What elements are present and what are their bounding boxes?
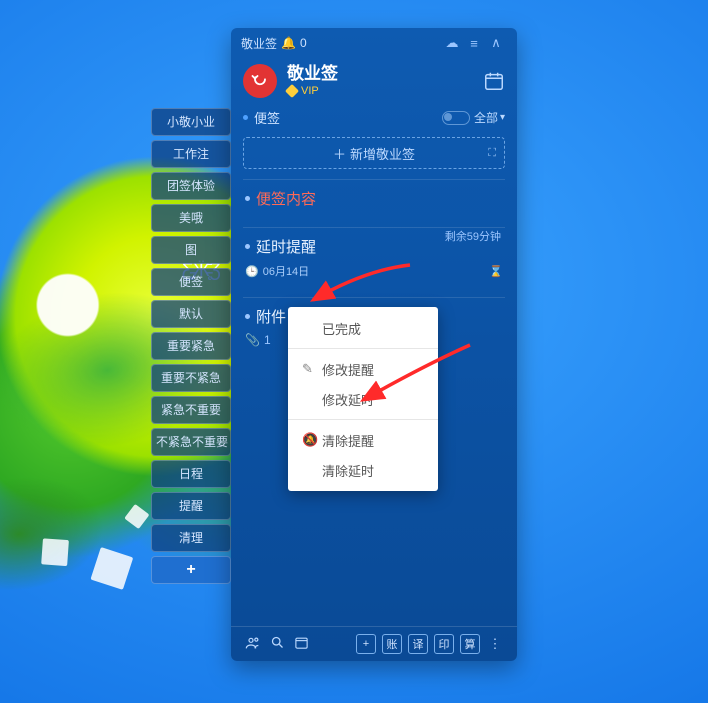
- footer-print-button[interactable]: 印: [434, 634, 454, 654]
- panel-footer: + 账 译 印 算 ⋮: [231, 626, 517, 661]
- menu-item-clear-remind[interactable]: 🔕 清除提醒: [288, 425, 438, 455]
- category-tab[interactable]: 图: [151, 236, 231, 264]
- category-tab[interactable]: 不紧急不重要: [151, 428, 231, 456]
- menu-item-edit-delay[interactable]: 修改延时: [288, 384, 438, 414]
- menu-label: 已完成: [322, 319, 361, 338]
- category-tab[interactable]: 重要紧急: [151, 332, 231, 360]
- menu-item-edit-remind[interactable]: ✎ 修改提醒: [288, 354, 438, 384]
- add-note-label: 新增敬业签: [350, 144, 415, 163]
- footer-account-button[interactable]: 账: [382, 634, 402, 654]
- note-card[interactable]: 便签内容: [243, 179, 505, 219]
- note-card[interactable]: 剩余59分钟 延时提醒 🕒 06月14日 ⌛: [243, 227, 505, 289]
- wallpaper-deco: [90, 547, 133, 590]
- menu-label: 修改提醒: [322, 360, 374, 379]
- menu-label: 清除提醒: [322, 431, 374, 450]
- clock-icon: 🕒: [245, 265, 259, 278]
- plus-icon: ＋: [333, 144, 346, 163]
- hourglass-icon: ⌛: [489, 265, 503, 278]
- cloud-sync-icon[interactable]: ☁: [441, 35, 463, 51]
- menu-separator: [288, 348, 438, 349]
- note-title: 延时提醒: [256, 236, 316, 257]
- footer-translate-button[interactable]: 译: [408, 634, 428, 654]
- note-title: 附件: [256, 306, 286, 327]
- bullet-icon: [245, 244, 250, 249]
- collapse-icon[interactable]: ∧: [485, 35, 507, 51]
- menu-item-clear-delay[interactable]: 清除延时: [288, 455, 438, 485]
- bell-icon[interactable]: 🔔: [281, 36, 296, 50]
- edit-icon: ✎: [302, 361, 322, 377]
- search-icon[interactable]: [265, 635, 289, 653]
- more-icon[interactable]: ⋮: [483, 636, 507, 652]
- note-date: 06月14日: [263, 263, 309, 279]
- note-title: 便签内容: [256, 188, 316, 209]
- category-tab[interactable]: 便签: [151, 268, 231, 296]
- bell-count: 0: [300, 36, 307, 50]
- menu-label: 修改延时: [322, 390, 374, 409]
- category-tab[interactable]: 日程: [151, 460, 231, 488]
- category-tab[interactable]: 提醒: [151, 492, 231, 520]
- category-tab[interactable]: 清理: [151, 524, 231, 552]
- app-logo: [243, 64, 277, 98]
- category-tab[interactable]: 紧急不重要: [151, 396, 231, 424]
- app-name: 敬业签: [287, 65, 338, 83]
- note-remaining: 剩余59分钟: [445, 228, 501, 244]
- category-tab[interactable]: 团签体验: [151, 172, 231, 200]
- filter-row: 便签 全部 ▾: [231, 102, 517, 131]
- footer-calc-button[interactable]: 算: [460, 634, 480, 654]
- context-menu: 已完成 ✎ 修改提醒 修改延时 🔕 清除提醒 清除延时: [288, 307, 438, 491]
- menu-item-completed[interactable]: 已完成: [288, 313, 438, 343]
- chevron-down-icon: ▾: [500, 112, 505, 123]
- vip-label: VIP: [301, 85, 319, 97]
- bullet-icon: [245, 196, 250, 201]
- category-tab[interactable]: 默认: [151, 300, 231, 328]
- category-tab[interactable]: 工作注: [151, 140, 231, 168]
- add-category-button[interactable]: +: [151, 556, 231, 584]
- menu-separator: [288, 419, 438, 420]
- filter-label[interactable]: 便签: [254, 108, 280, 127]
- add-note-button[interactable]: ＋ 新增敬业签 ⛶: [243, 137, 505, 169]
- switch-icon[interactable]: [442, 111, 470, 125]
- paperclip-icon: 📎: [245, 333, 260, 347]
- menu-label: 清除延时: [322, 461, 374, 480]
- menu-icon[interactable]: ≡: [463, 36, 485, 51]
- footer-add-button[interactable]: +: [356, 634, 376, 654]
- scope-label: 全部: [474, 109, 498, 126]
- category-tab[interactable]: 重要不紧急: [151, 364, 231, 392]
- app-header: 敬业签 VIP: [231, 58, 517, 102]
- window-titlebar: 敬业签 🔔 0 ☁ ≡ ∧: [231, 28, 517, 58]
- calendar-icon[interactable]: [483, 70, 505, 92]
- attachment-count: 1: [264, 333, 271, 347]
- bullet-icon: [245, 314, 250, 319]
- category-tab[interactable]: 小敬小业: [151, 108, 231, 136]
- contacts-icon[interactable]: [241, 635, 265, 654]
- scope-toggle[interactable]: 全部 ▾: [442, 109, 505, 126]
- wallpaper-deco: [41, 538, 69, 566]
- expand-icon[interactable]: ⛶: [488, 147, 496, 160]
- category-tab-column: 小敬小业 工作注 团签体验 美哦 图 便签 默认 重要紧急 重要不紧急 紧急不重…: [151, 108, 231, 588]
- filter-dot-icon: [243, 115, 248, 120]
- diamond-icon: [285, 84, 299, 98]
- category-tab[interactable]: 美哦: [151, 204, 231, 232]
- schedule-icon[interactable]: [289, 635, 313, 653]
- mute-icon: 🔕: [302, 432, 322, 448]
- window-title: 敬业签: [241, 35, 277, 52]
- wallpaper-deco: [124, 504, 149, 529]
- vip-badge: VIP: [287, 85, 338, 97]
